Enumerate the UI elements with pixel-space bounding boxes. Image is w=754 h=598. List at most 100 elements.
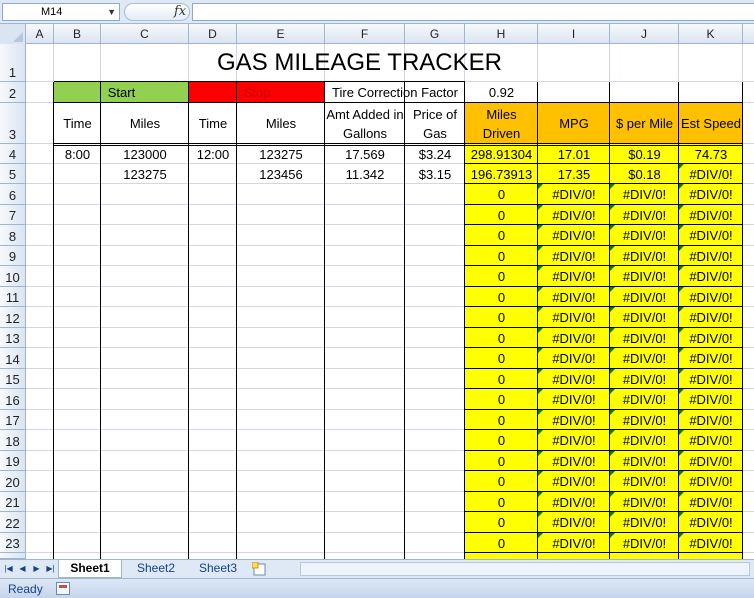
cell-k21[interactable]: #DIV/0! <box>679 492 743 512</box>
cell-g4[interactable]: $3.24 <box>405 144 465 164</box>
horizontal-scrollbar[interactable] <box>300 562 750 576</box>
cell-d4[interactable]: 12:00 <box>189 144 237 164</box>
cell-h20[interactable]: 0 <box>465 471 538 492</box>
column-header-j[interactable]: J <box>610 24 679 44</box>
cell-i22[interactable]: #DIV/0! <box>538 512 610 533</box>
column-header-k[interactable]: K <box>679 24 743 44</box>
row-header-13[interactable]: 13 <box>0 328 26 348</box>
cell-h22[interactable]: 0 <box>465 512 538 533</box>
cell-e5[interactable]: 123456 <box>237 164 325 184</box>
row-header-8[interactable]: 8 <box>0 225 26 246</box>
cell-i17[interactable]: #DIV/0! <box>538 410 610 430</box>
cell-c5[interactable]: 123275 <box>101 164 189 184</box>
cell-h8[interactable]: 0 <box>465 225 538 246</box>
worksheet-grid[interactable]: Start Stop Tire Correction Factor 0.92 G… <box>26 44 754 559</box>
row-header-23[interactable]: 23 <box>0 533 26 553</box>
cell-i23[interactable]: #DIV/0! <box>538 533 610 553</box>
cell-k12[interactable]: #DIV/0! <box>679 307 743 328</box>
cell-i14[interactable]: #DIV/0! <box>538 348 610 369</box>
cell-k17[interactable]: #DIV/0! <box>679 410 743 430</box>
cell-i8[interactable]: #DIV/0! <box>538 225 610 246</box>
cell-i21[interactable]: #DIV/0! <box>538 492 610 512</box>
row-header-17[interactable]: 17 <box>0 410 26 430</box>
cell-i11[interactable]: #DIV/0! <box>538 287 610 307</box>
cell-k6[interactable]: #DIV/0! <box>679 184 743 205</box>
cell-b5[interactable] <box>54 164 101 184</box>
row-header-14[interactable]: 14 <box>0 348 26 369</box>
row-header-7[interactable]: 7 <box>0 205 26 225</box>
cell-j22[interactable]: #DIV/0! <box>610 512 679 533</box>
cell-b4[interactable]: 8:00 <box>54 144 101 164</box>
row-header-4[interactable]: 4 <box>0 144 26 164</box>
cell-h18[interactable]: 0 <box>465 430 538 451</box>
cell-i15[interactable]: #DIV/0! <box>538 369 610 389</box>
formula-input[interactable] <box>192 3 754 21</box>
cell-j14[interactable]: #DIV/0! <box>610 348 679 369</box>
column-header-h[interactable]: H <box>465 24 538 44</box>
tab-sheet2[interactable]: Sheet2 <box>126 560 186 578</box>
macro-recording-icon[interactable] <box>56 582 70 595</box>
cell-h23[interactable]: 0 <box>465 533 538 553</box>
cell-k22[interactable]: #DIV/0! <box>679 512 743 533</box>
row-header-20[interactable]: 20 <box>0 471 26 492</box>
header-cost-per-mile[interactable]: $ per Mile <box>610 103 679 144</box>
row-header-9[interactable]: 9 <box>0 246 26 266</box>
cell-i7[interactable]: #DIV/0! <box>538 205 610 225</box>
cell-e4[interactable]: 123275 <box>237 144 325 164</box>
cell-k13[interactable]: #DIV/0! <box>679 328 743 348</box>
cell-j16[interactable]: #DIV/0! <box>610 389 679 410</box>
header-start-miles[interactable]: Miles <box>101 103 189 144</box>
cell-h5[interactable]: 196.73913 <box>465 164 538 184</box>
cell-i10[interactable]: #DIV/0! <box>538 266 610 287</box>
column-header-i[interactable]: I <box>538 24 610 44</box>
cell-h10[interactable]: 0 <box>465 266 538 287</box>
cell-j20[interactable]: #DIV/0! <box>610 471 679 492</box>
stop-label[interactable]: Stop <box>189 82 325 103</box>
cell-i12[interactable]: #DIV/0! <box>538 307 610 328</box>
cell-k5[interactable]: #DIV/0! <box>679 164 743 184</box>
cell-j4[interactable]: $0.19 <box>610 144 679 164</box>
row-header-10[interactable]: 10 <box>0 266 26 287</box>
cell-c4[interactable]: 123000 <box>101 144 189 164</box>
tab-sheet1[interactable]: Sheet1 <box>58 560 122 578</box>
column-header-a[interactable]: A <box>26 24 54 44</box>
row-header-6[interactable]: 6 <box>0 184 26 205</box>
cell-j8[interactable]: #DIV/0! <box>610 225 679 246</box>
cell-i19[interactable]: #DIV/0! <box>538 451 610 471</box>
row-header-15[interactable]: 15 <box>0 369 26 389</box>
cell-j9[interactable]: #DIV/0! <box>610 246 679 266</box>
cell-i16[interactable]: #DIV/0! <box>538 389 610 410</box>
header-miles-driven[interactable]: Miles Driven <box>465 103 538 144</box>
last-sheet-icon[interactable]: ▶| <box>45 562 56 576</box>
tire-correction-value[interactable]: 0.92 <box>465 82 538 103</box>
select-all-button[interactable] <box>0 24 26 44</box>
cell-i18[interactable]: #DIV/0! <box>538 430 610 451</box>
cell-j11[interactable]: #DIV/0! <box>610 287 679 307</box>
cell-h17[interactable]: 0 <box>465 410 538 430</box>
row-header-11[interactable]: 11 <box>0 287 26 307</box>
cell-h13[interactable]: 0 <box>465 328 538 348</box>
cell-h4[interactable]: 298.91304 <box>465 144 538 164</box>
cell-k7[interactable]: #DIV/0! <box>679 205 743 225</box>
cell-h15[interactable]: 0 <box>465 369 538 389</box>
row-header-1[interactable]: 1 <box>0 44 26 82</box>
header-stop-time[interactable]: Time <box>189 103 237 144</box>
cell-i6[interactable]: #DIV/0! <box>538 184 610 205</box>
name-box[interactable]: M14 ▼ <box>2 3 120 21</box>
row-header-5[interactable]: 5 <box>0 164 26 184</box>
start-label[interactable]: Start <box>54 82 189 103</box>
cell-j5[interactable]: $0.18 <box>610 164 679 184</box>
cell-j17[interactable]: #DIV/0! <box>610 410 679 430</box>
cell-k19[interactable]: #DIV/0! <box>679 451 743 471</box>
column-header-b[interactable]: B <box>54 24 101 44</box>
header-start-time[interactable]: Time <box>54 103 101 144</box>
next-sheet-icon[interactable]: ▶ <box>31 562 42 576</box>
cell-j15[interactable]: #DIV/0! <box>610 369 679 389</box>
column-header-c[interactable]: C <box>101 24 189 44</box>
insert-function-icon[interactable]: fx <box>174 3 186 20</box>
cell-g5[interactable]: $3.15 <box>405 164 465 184</box>
header-gallons[interactable]: Amt Added in Gallons <box>325 103 405 144</box>
cell-k10[interactable]: #DIV/0! <box>679 266 743 287</box>
chevron-down-icon[interactable]: ▼ <box>107 4 116 20</box>
row-header-3[interactable]: 3 <box>0 103 26 144</box>
